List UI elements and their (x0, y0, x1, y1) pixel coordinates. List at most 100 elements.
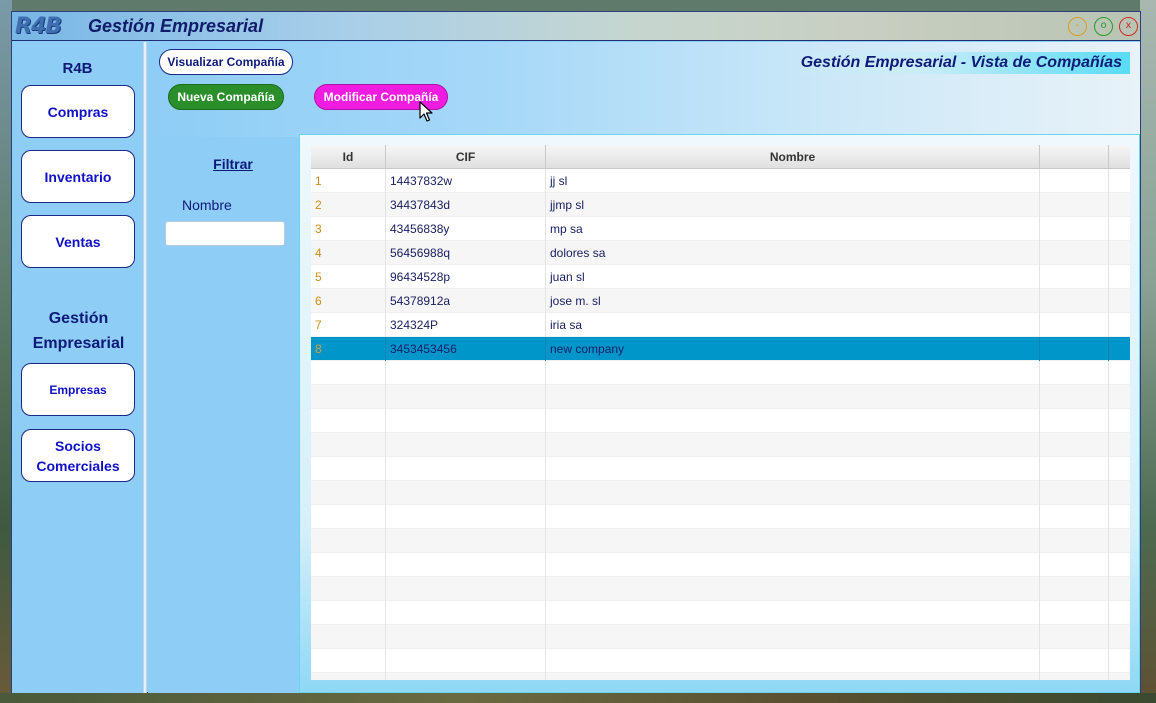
sidebar-button-empresas[interactable]: Empresas (21, 363, 135, 416)
cell-cif: 96434528p (386, 265, 546, 289)
cell-empty (386, 649, 546, 673)
sidebar-section-title: Gestión Empresarial (32, 310, 125, 352)
column-header-extra[interactable] (1040, 145, 1109, 169)
cell-empty (311, 433, 386, 457)
cell-empty (311, 649, 386, 673)
table-row[interactable]: 1 14437832w jj sl (311, 169, 1130, 193)
cell-nombre: dolores sa (546, 241, 1040, 265)
nueva-compania-button[interactable]: Nueva Compañía (168, 84, 284, 110)
cell-empty (546, 553, 1040, 577)
cell-cif: 43456838y (386, 217, 546, 241)
table-row[interactable]: 7 324324P iria sa (311, 313, 1130, 337)
column-header-filler (1109, 145, 1130, 169)
table-row-empty[interactable] (311, 433, 1130, 457)
table-row-empty[interactable] (311, 409, 1130, 433)
cell-empty (386, 601, 546, 625)
cell-extra (1040, 169, 1109, 193)
table-row-empty[interactable] (311, 481, 1130, 505)
sidebar-button-ventas[interactable]: Ventas (21, 215, 135, 268)
cell-empty (1040, 649, 1109, 673)
sidebar-button-inventario[interactable]: Inventario (21, 150, 135, 203)
cell-id: 1 (311, 169, 386, 193)
maximize-button[interactable]: o (1094, 17, 1113, 36)
cell-nombre: juan sl (546, 265, 1040, 289)
cell-nombre: mp sa (546, 217, 1040, 241)
desktop-background-right (1140, 0, 1156, 703)
cell-empty (1040, 361, 1109, 385)
table-row[interactable]: 8 3453453456 new company (311, 337, 1130, 361)
cell-empty (386, 385, 546, 409)
visualizar-compania-button[interactable]: Visualizar Compañía (159, 49, 293, 75)
cell-empty (546, 529, 1040, 553)
table-row-empty[interactable] (311, 385, 1130, 409)
page-title: Gestión Empresarial - Vista de Compañías (790, 52, 1130, 74)
cell-empty (386, 673, 546, 680)
cell-empty (311, 553, 386, 577)
cell-empty (386, 625, 546, 649)
cell-empty (1040, 481, 1109, 505)
table-row-empty[interactable] (311, 505, 1130, 529)
table-row-empty[interactable] (311, 601, 1130, 625)
desktop-background-bottom (0, 693, 1156, 703)
cell-empty (386, 529, 546, 553)
cell-nombre: jose m. sl (546, 289, 1040, 313)
cell-empty (386, 481, 546, 505)
cell-empty (546, 505, 1040, 529)
table-header: Id CIF Nombre (311, 145, 1130, 169)
cell-empty (311, 577, 386, 601)
cell-empty (546, 361, 1040, 385)
cell-empty (311, 409, 386, 433)
cell-id: 8 (311, 337, 386, 361)
table-row[interactable]: 3 43456838y mp sa (311, 217, 1130, 241)
column-header-id[interactable]: Id (311, 145, 386, 169)
column-header-nombre[interactable]: Nombre (546, 145, 1040, 169)
sidebar-button-socios-comerciales[interactable]: Socios Comerciales (21, 429, 135, 482)
table-row[interactable]: 5 96434528p juan sl (311, 265, 1130, 289)
table-row-empty[interactable] (311, 649, 1130, 673)
companies-table[interactable]: Id CIF Nombre 1 14437832w jj sl 2 34437843d j… (311, 145, 1130, 680)
column-header-cif[interactable]: CIF (386, 145, 546, 169)
table-row[interactable]: 4 56456988q dolores sa (311, 241, 1130, 265)
cell-empty (311, 529, 386, 553)
table-row[interactable]: 2 34437843d jjmp sl (311, 193, 1130, 217)
cell-nombre: jj sl (546, 169, 1040, 193)
cell-cif: 324324P (386, 313, 546, 337)
cell-empty (1040, 553, 1109, 577)
cell-id: 2 (311, 193, 386, 217)
table-row-empty[interactable] (311, 625, 1130, 649)
cell-empty (311, 601, 386, 625)
cell-empty (1040, 409, 1109, 433)
cell-empty (311, 481, 386, 505)
cell-empty (1040, 385, 1109, 409)
cell-empty (1040, 673, 1109, 680)
window-title: Gestión Empresarial (88, 16, 264, 36)
table-row-empty[interactable] (311, 529, 1130, 553)
table-row-empty[interactable] (311, 553, 1130, 577)
cell-empty (546, 673, 1040, 680)
minimize-button[interactable]: - (1068, 17, 1087, 36)
sidebar: R4B Compras Inventario Ventas Gestión Em… (12, 42, 143, 693)
cell-extra (1040, 241, 1109, 265)
table-row-empty[interactable] (311, 577, 1130, 601)
cell-empty (546, 385, 1040, 409)
table-row-empty[interactable] (311, 457, 1130, 481)
cell-empty (386, 457, 546, 481)
cell-empty (386, 577, 546, 601)
cell-extra (1040, 265, 1109, 289)
filter-nombre-label: Nombre (182, 197, 232, 213)
cell-empty (1040, 601, 1109, 625)
sidebar-button-compras[interactable]: Compras (21, 85, 135, 138)
sidebar-splitter[interactable] (143, 42, 147, 693)
table-row-empty[interactable] (311, 673, 1130, 680)
title-bar[interactable]: R4B Gestión Empresarial - o x (12, 12, 1140, 41)
cell-extra (1040, 313, 1109, 337)
cell-id: 7 (311, 313, 386, 337)
filter-nombre-input[interactable] (165, 221, 285, 246)
table-row[interactable]: 6 54378912a jose m. sl (311, 289, 1130, 313)
close-button[interactable]: x (1119, 17, 1138, 36)
cell-cif: 54378912a (386, 289, 546, 313)
table-row-empty[interactable] (311, 361, 1130, 385)
cell-cif: 14437832w (386, 169, 546, 193)
sidebar-header: R4B (62, 60, 93, 77)
cell-empty (311, 457, 386, 481)
